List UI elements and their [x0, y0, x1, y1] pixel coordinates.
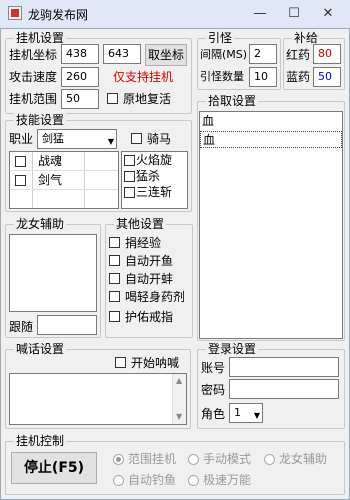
scroll-up-icon[interactable]: ▲: [176, 376, 182, 385]
red-potion-label: 红药: [286, 48, 311, 62]
mode-label: 手动模式: [203, 452, 252, 466]
follow-field[interactable]: [37, 315, 97, 335]
other-label: 捐经验: [125, 236, 162, 250]
other-settings-legend: 其他设置: [114, 217, 167, 231]
skill-name: 猛杀: [136, 169, 161, 183]
coord-label: 挂机坐标: [9, 48, 58, 62]
start-shout-checkbox[interactable]: [115, 357, 126, 368]
other-checkbox-potion[interactable]: [109, 291, 120, 302]
mode-label: 龙女辅助: [279, 452, 328, 466]
skill-checkbox[interactable]: [124, 171, 135, 182]
skill-checkbox[interactable]: [15, 156, 26, 167]
skill-name: 火焰旋: [136, 153, 173, 167]
account-label: 账号: [201, 361, 226, 375]
login-settings-legend: 登录设置: [206, 342, 259, 356]
app-icon: [8, 6, 22, 20]
skill-checkbox[interactable]: [15, 175, 26, 186]
job-label: 职业: [9, 132, 34, 146]
mount-checkbox[interactable]: [131, 133, 142, 144]
skill-checkbox[interactable]: [124, 155, 135, 166]
skill-name: 剑气: [38, 173, 63, 187]
mode-radio-manual[interactable]: [188, 454, 199, 465]
revive-checkbox[interactable]: [107, 93, 118, 104]
range-label: 挂机范围: [9, 92, 58, 106]
red-potion-field[interactable]: 80: [313, 44, 341, 64]
skill-list-right[interactable]: 火焰旋 猛杀 三连斩: [121, 151, 188, 209]
account-field[interactable]: [229, 357, 339, 377]
minimize-icon[interactable]: —: [248, 3, 272, 25]
chevron-down-icon: ▼: [107, 137, 114, 146]
shout-settings-legend: 喊话设置: [14, 342, 67, 356]
job-select[interactable]: 剑猛 ▼: [37, 129, 117, 149]
role-select-value: 1: [234, 406, 241, 419]
pickup-item[interactable]: 血: [200, 113, 342, 130]
other-checkbox-fish[interactable]: [109, 255, 120, 266]
title-bar: 龙驹发布网 — ☐ ✕: [0, 0, 350, 28]
start-shout-label: 开始呐喊: [131, 356, 180, 370]
maximize-icon[interactable]: ☐: [282, 3, 306, 25]
monster-lure-legend: 引怪: [206, 31, 235, 45]
other-label: 自动开鱼: [125, 254, 174, 268]
hang-settings-legend: 挂机设置: [14, 31, 67, 45]
speed-label: 攻击速度: [9, 70, 58, 84]
mode-radio-dragon[interactable]: [264, 454, 275, 465]
skill-list[interactable]: 战魂 剑气: [9, 151, 119, 209]
dragon-girl-list[interactable]: [9, 234, 97, 312]
dragon-girl-legend: 龙女辅助: [14, 217, 67, 231]
interval-field[interactable]: 2: [249, 44, 277, 64]
blue-potion-field[interactable]: 50: [313, 67, 341, 87]
window-title: 龙驹发布网: [28, 8, 89, 22]
mode-label: 极速万能: [203, 473, 252, 487]
hang-control-legend: 挂机控制: [14, 434, 67, 448]
get-coord-button[interactable]: 取坐标: [145, 44, 187, 66]
main-panel: 挂机设置 挂机坐标 438 643 取坐标 攻击速度 260 仅支持挂机 挂机范…: [0, 28, 350, 500]
speed-field[interactable]: 260: [61, 67, 99, 87]
password-field[interactable]: [229, 379, 339, 399]
role-label: 角色: [201, 407, 226, 421]
mount-label: 骑马: [147, 132, 172, 146]
password-label: 密码: [201, 383, 226, 397]
mode-label: 范围挂机: [128, 452, 177, 466]
lure-count-field[interactable]: 10: [249, 67, 277, 87]
close-icon[interactable]: ✕: [316, 3, 340, 25]
interval-label: 间隔(MS): [200, 48, 248, 61]
role-select[interactable]: 1 ▼: [229, 403, 263, 423]
supply-legend: 补给: [292, 31, 321, 45]
scroll-down-icon[interactable]: ▼: [176, 412, 182, 421]
follow-label: 跟随: [9, 320, 34, 334]
stop-button[interactable]: 停止(F5): [11, 452, 97, 484]
other-checkbox-ring[interactable]: [109, 311, 120, 322]
mode-radio-fast[interactable]: [188, 475, 199, 486]
chevron-down-icon: ▼: [253, 411, 260, 420]
skill-name: 三连斩: [136, 185, 173, 199]
mode-radio-range[interactable]: [113, 454, 124, 465]
mode-radio-fishing[interactable]: [113, 475, 124, 486]
other-checkbox-clam[interactable]: [109, 273, 120, 284]
lure-count-label: 引怪数量: [200, 70, 244, 83]
pickup-list[interactable]: 血 血: [199, 111, 343, 339]
pickup-item[interactable]: 血: [200, 131, 342, 148]
mode-label: 自动钓鱼: [128, 473, 177, 487]
shout-textarea[interactable]: ▲ ▼: [9, 373, 187, 425]
other-label: 自动开蚌: [125, 272, 174, 286]
skill-checkbox[interactable]: [124, 187, 135, 198]
range-field[interactable]: 50: [61, 89, 99, 109]
skill-settings-legend: 技能设置: [14, 113, 67, 127]
shout-scrollbar[interactable]: ▲ ▼: [172, 374, 186, 424]
blue-potion-label: 蓝药: [286, 70, 311, 84]
job-select-value: 剑猛: [42, 132, 64, 145]
revive-label: 原地复活: [123, 92, 172, 106]
pickup-settings-legend: 拾取设置: [206, 94, 259, 108]
coord-x-field[interactable]: 438: [61, 44, 99, 64]
coord-y-field[interactable]: 643: [103, 44, 141, 64]
skill-name: 战魂: [38, 154, 63, 168]
only-support-hint: 仅支持挂机: [113, 70, 174, 84]
other-checkbox-exp[interactable]: [109, 237, 120, 248]
other-label: 护佑戒指: [125, 310, 174, 324]
other-label: 喝轻身药剂: [125, 290, 186, 304]
